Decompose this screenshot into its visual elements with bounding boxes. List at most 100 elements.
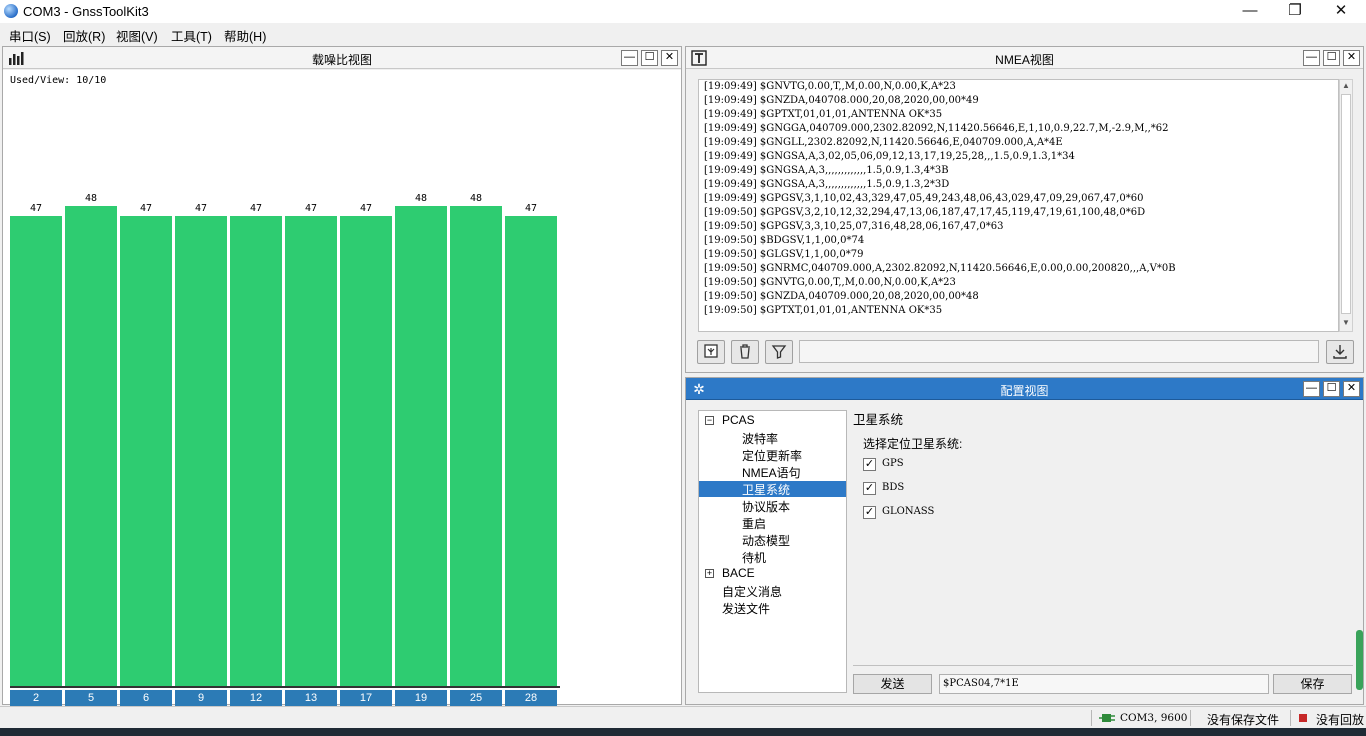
- command-field[interactable]: $PCAS04,7*1E: [939, 674, 1269, 694]
- snr-value-label: 47: [304, 203, 318, 214]
- config-minimize-button[interactable]: —: [1303, 381, 1320, 397]
- snr-value-label: 48: [469, 193, 483, 204]
- nmea-scrollbar[interactable]: ▲ ▼: [1339, 79, 1353, 332]
- glonass-checkbox[interactable]: ✓: [863, 506, 876, 519]
- snr-value-label: 47: [29, 203, 43, 214]
- port-status: COM3, 9600: [1120, 712, 1188, 724]
- menu-bar: 串口(S) 回放(R) 视图(V) 工具(T) 帮助(H): [0, 23, 1366, 44]
- tree-item[interactable]: 协议版本: [742, 498, 790, 515]
- expand-icon[interactable]: +: [705, 569, 714, 578]
- window-title: COM3 - GnssToolKit3: [23, 4, 149, 19]
- snr-view-header: 载噪比视图 — ☐ ✕: [3, 47, 681, 69]
- tree-item-bace[interactable]: BACE: [722, 566, 755, 580]
- maximize-button[interactable]: ❐: [1272, 0, 1318, 23]
- snr-close-button[interactable]: ✕: [661, 50, 678, 66]
- snr-view-title: 载噪比视图: [311, 53, 372, 67]
- snr-view-pane: 载噪比视图 — ☐ ✕ Used/View: 10/10 472GPS485GP…: [2, 46, 682, 721]
- menu-tools[interactable]: 工具(T): [171, 26, 212, 45]
- nmea-line: [19:09:50] $BDGSV,1,1,00,0*74: [704, 235, 865, 246]
- send-button[interactable]: 发送: [853, 674, 932, 694]
- snr-bar: [65, 206, 117, 686]
- tree-item[interactable]: 定位更新率: [742, 447, 802, 464]
- save-log-button[interactable]: [1326, 340, 1354, 364]
- tree-item[interactable]: 动态模型: [742, 532, 790, 549]
- scrollbar-thumb[interactable]: [1341, 94, 1351, 314]
- prn-label: 28: [505, 690, 557, 706]
- collapse-icon[interactable]: −: [705, 416, 714, 425]
- nmea-line: [19:09:50] $GLGSV,1,1,00,0*79: [704, 249, 864, 260]
- snr-bar: [505, 216, 557, 686]
- nmea-close-button[interactable]: ✕: [1343, 50, 1360, 66]
- nmea-view-pane: NMEA视图 — ☐ ✕ [19:09:49] $GNVTG,0.00,T,,M…: [685, 46, 1364, 373]
- snr-bar: [120, 216, 172, 686]
- snr-chart: Used/View: 10/10 472GPS485GPS476GPS479GP…: [3, 70, 681, 721]
- prn-label: 19: [395, 690, 447, 706]
- nmea-line: [19:09:50] $GPTXT,01,01,01,ANTENNA OK*35: [704, 305, 943, 316]
- nmea-line: [19:09:49] $GNGSA,A,3,,,,,,,,,,,,,1.5,0.…: [704, 179, 950, 190]
- config-tree: − PCAS + BACE 自定义消息 发送文件 波特率 定位更新率 NMEA语句卫…: [698, 410, 847, 693]
- nmea-line: [19:09:50] $GNZDA,040709.000,20,08,2020,…: [704, 291, 979, 302]
- used-view-counter: Used/View: 10/10: [10, 75, 107, 86]
- nmea-maximize-button[interactable]: ☐: [1323, 50, 1340, 66]
- nmea-line: [19:09:49] $GNGSA,A,3,,,,,,,,,,,,,1.5,0.…: [704, 165, 949, 176]
- gps-checkbox[interactable]: ✓: [863, 458, 876, 471]
- close-button[interactable]: ✕: [1318, 0, 1364, 23]
- prn-label: 5: [65, 690, 117, 706]
- filter-button[interactable]: [765, 340, 793, 364]
- config-maximize-button[interactable]: ☐: [1323, 381, 1340, 397]
- nmea-line: [19:09:49] $GNGLL,2302.82092,N,11420.566…: [704, 137, 1063, 148]
- snr-minimize-button[interactable]: —: [621, 50, 638, 66]
- tree-item-custom-message[interactable]: 自定义消息: [722, 583, 782, 600]
- scroll-up-icon[interactable]: ▲: [1340, 81, 1352, 90]
- prn-label: 17: [340, 690, 392, 706]
- tree-item[interactable]: NMEA语句: [742, 464, 801, 481]
- tree-item[interactable]: 待机: [742, 549, 766, 566]
- nmea-line: [19:09:49] $GPGSV,3,1,10,02,43,329,47,05…: [704, 193, 1144, 204]
- snr-value-label: 47: [249, 203, 263, 214]
- auto-scroll-icon: [704, 344, 718, 358]
- config-close-button[interactable]: ✕: [1343, 381, 1360, 397]
- tree-item[interactable]: 重启: [742, 515, 766, 532]
- status-divider: [1091, 710, 1092, 726]
- nmea-line: [19:09:50] $GNRMC,040709.000,A,2302.8209…: [704, 263, 1176, 274]
- snr-maximize-button[interactable]: ☐: [641, 50, 658, 66]
- config-view-title: 配置视图: [1000, 384, 1049, 398]
- snr-bar: [230, 216, 282, 686]
- app-globe-icon: [4, 4, 18, 18]
- tree-item-pcas[interactable]: PCAS: [722, 413, 755, 427]
- prn-label: 25: [450, 690, 502, 706]
- bds-checkbox[interactable]: ✓: [863, 482, 876, 495]
- scroll-down-icon[interactable]: ▼: [1340, 318, 1352, 327]
- trash-icon: [740, 344, 750, 359]
- config-view-pane: ✲ 配置视图 — ☐ ✕ − PCAS + BACE 自定义消息 发送文件 波特…: [685, 377, 1364, 705]
- prn-label: 12: [230, 690, 282, 706]
- nmea-log[interactable]: [19:09:49] $GNVTG,0.00,T,,M,0.00,N,0.00,…: [698, 79, 1339, 332]
- save-button[interactable]: 保存: [1273, 674, 1352, 694]
- nmea-line: [19:09:49] $GNZDA,040708.000,20,08,2020,…: [704, 95, 979, 106]
- snr-value-label: 47: [139, 203, 153, 214]
- menu-replay[interactable]: 回放(R): [63, 26, 105, 45]
- menu-view[interactable]: 视图(V): [116, 26, 158, 45]
- chart-baseline: [10, 686, 560, 688]
- nmea-view-title: NMEA视图: [995, 53, 1054, 67]
- nmea-line: [19:09:49] $GNGGA,040709.000,2302.82092,…: [704, 123, 1169, 134]
- minimize-button[interactable]: —: [1227, 0, 1273, 23]
- tree-item[interactable]: 卫星系统: [699, 481, 846, 497]
- menu-help[interactable]: 帮助(H): [224, 26, 266, 45]
- nmea-line: [19:09:49] $GNGSA,A,3,02,05,06,09,12,13,…: [704, 151, 1075, 162]
- side-scroll-indicator[interactable]: [1356, 630, 1363, 690]
- prn-label: 9: [175, 690, 227, 706]
- auto-scroll-button[interactable]: [697, 340, 725, 364]
- nmea-minimize-button[interactable]: —: [1303, 50, 1320, 66]
- tree-item[interactable]: 波特率: [742, 430, 778, 447]
- tree-item-send-file[interactable]: 发送文件: [722, 600, 770, 617]
- connection-plug-icon: [1099, 714, 1115, 722]
- snr-bar: [395, 206, 447, 686]
- stop-icon: [1299, 714, 1307, 722]
- section-title: 卫星系统: [853, 413, 904, 427]
- menu-serial[interactable]: 串口(S): [9, 26, 51, 45]
- filter-input[interactable]: [799, 340, 1319, 363]
- clear-log-button[interactable]: [731, 340, 759, 364]
- nmea-line: [19:09:50] $GPGSV,3,2,10,12,32,294,47,13…: [704, 207, 1146, 218]
- nmea-view-header: NMEA视图 — ☐ ✕: [686, 47, 1363, 69]
